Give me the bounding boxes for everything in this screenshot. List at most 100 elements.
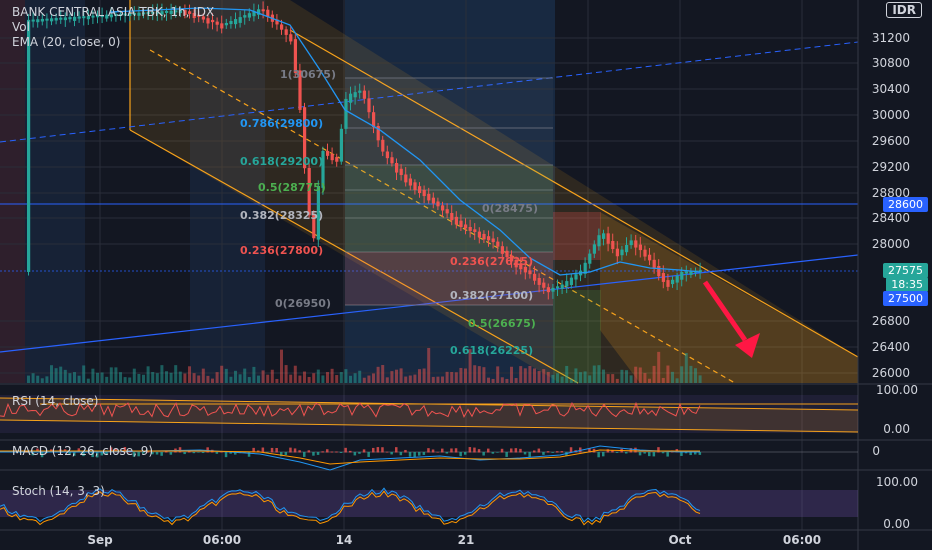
fib-upper-0236: 0.236(27800)	[240, 244, 323, 257]
macd-bar	[385, 451, 389, 453]
candle	[684, 271, 688, 274]
macd-bar	[307, 450, 311, 453]
price-tick: 26000	[872, 366, 910, 380]
candle	[238, 17, 242, 23]
volume-bar	[625, 370, 628, 383]
volume-bar	[362, 377, 366, 383]
candle	[450, 213, 454, 221]
price-tag-lower: 27500	[883, 291, 928, 306]
volume-bar	[165, 371, 168, 383]
candle	[211, 19, 215, 23]
candle	[588, 253, 592, 264]
price-tick: 26400	[872, 340, 910, 354]
macd-bar	[597, 452, 600, 458]
volume-bar	[123, 377, 127, 383]
volume-bar	[100, 372, 104, 383]
macd-bar	[390, 452, 393, 455]
volume-bar	[59, 366, 63, 383]
volume-bar	[689, 365, 693, 383]
ema-legend: EMA (20, close, 0)	[12, 34, 120, 50]
macd-bar	[261, 447, 265, 453]
candle	[560, 284, 564, 289]
volume-bar	[487, 377, 490, 383]
volume-bar	[675, 378, 679, 383]
candle	[353, 92, 357, 98]
time-label: 14	[336, 533, 353, 547]
candle	[349, 93, 353, 103]
volume-bar	[266, 374, 270, 383]
price-tag-last: 27575	[883, 263, 928, 278]
fib-upper-0786: 0.786(29800)	[240, 117, 323, 130]
candle	[491, 238, 495, 243]
macd-bar	[450, 448, 453, 453]
volume-bar	[303, 371, 306, 383]
candle	[372, 112, 376, 127]
candle	[358, 90, 362, 93]
price-tick: 29200	[872, 160, 910, 174]
macd-bar	[519, 448, 522, 453]
candle	[666, 280, 670, 287]
price-tick: 29600	[872, 134, 910, 148]
chart-canvas[interactable]: 1(30675) 0.786(29800) 0.618(29200) 0.5(2…	[0, 0, 932, 550]
macd-bar	[648, 452, 651, 457]
volume-bar	[491, 378, 495, 383]
candle	[247, 13, 251, 18]
candle	[496, 241, 500, 247]
currency-button[interactable]: IDR	[886, 2, 922, 18]
price-tag-upper: 28600	[883, 197, 928, 212]
volume-bar	[201, 368, 205, 383]
volume-bar	[427, 347, 431, 383]
fib-upper-0618: 0.618(29200)	[240, 155, 323, 168]
candle	[385, 151, 389, 159]
volume-bar	[151, 372, 155, 383]
volume-bar	[413, 374, 417, 383]
candle	[528, 270, 532, 275]
volume-bar	[615, 378, 619, 383]
candle	[652, 259, 656, 268]
candle	[454, 216, 458, 225]
volume-bar	[505, 378, 509, 383]
fib-upper-1: 1(30675)	[280, 68, 336, 81]
fib-lower-0236: 0.236(27625)	[450, 255, 533, 268]
volume-bar	[224, 368, 228, 383]
macd-tick: 0	[872, 444, 880, 458]
volume-bar	[137, 373, 141, 383]
volume-bar	[431, 376, 435, 383]
candle	[243, 15, 247, 18]
macd-bar	[533, 450, 536, 453]
volume-bar	[270, 369, 274, 383]
stoch-tick: 100.00	[876, 475, 918, 489]
candle	[482, 233, 486, 240]
macd-bar	[183, 452, 186, 455]
volume-bar	[574, 368, 578, 383]
macd-bar	[542, 452, 545, 455]
macd-label: MACD (12, 26, close, 9)	[12, 444, 154, 458]
volume-bar	[588, 375, 592, 383]
volume-bar	[565, 365, 569, 383]
volume-bar	[197, 375, 201, 383]
volume-bar	[648, 378, 651, 383]
volume-bar	[620, 369, 624, 383]
price-tag-timer: 18:35	[886, 277, 928, 292]
volume-bar	[316, 369, 320, 383]
time-label: Oct	[668, 533, 691, 547]
volume-bar	[666, 365, 670, 383]
macd-bar	[422, 452, 426, 455]
candle	[399, 168, 403, 176]
macd-bar	[303, 452, 306, 457]
fib-upper-0: 0(26950)	[275, 297, 331, 310]
volume-bar	[238, 374, 242, 383]
volume-bar	[146, 366, 150, 383]
macd-bar	[445, 452, 449, 454]
volume-bar	[694, 368, 697, 383]
volume-bar	[592, 365, 596, 383]
candle	[422, 190, 426, 197]
candle	[335, 157, 339, 162]
volume-bar	[96, 372, 99, 383]
volume-bar	[358, 370, 362, 383]
macd-bar	[312, 452, 315, 456]
candle	[542, 282, 546, 288]
macd-bar	[454, 448, 458, 453]
macd-bar	[321, 451, 324, 453]
macd-bar	[496, 452, 499, 453]
